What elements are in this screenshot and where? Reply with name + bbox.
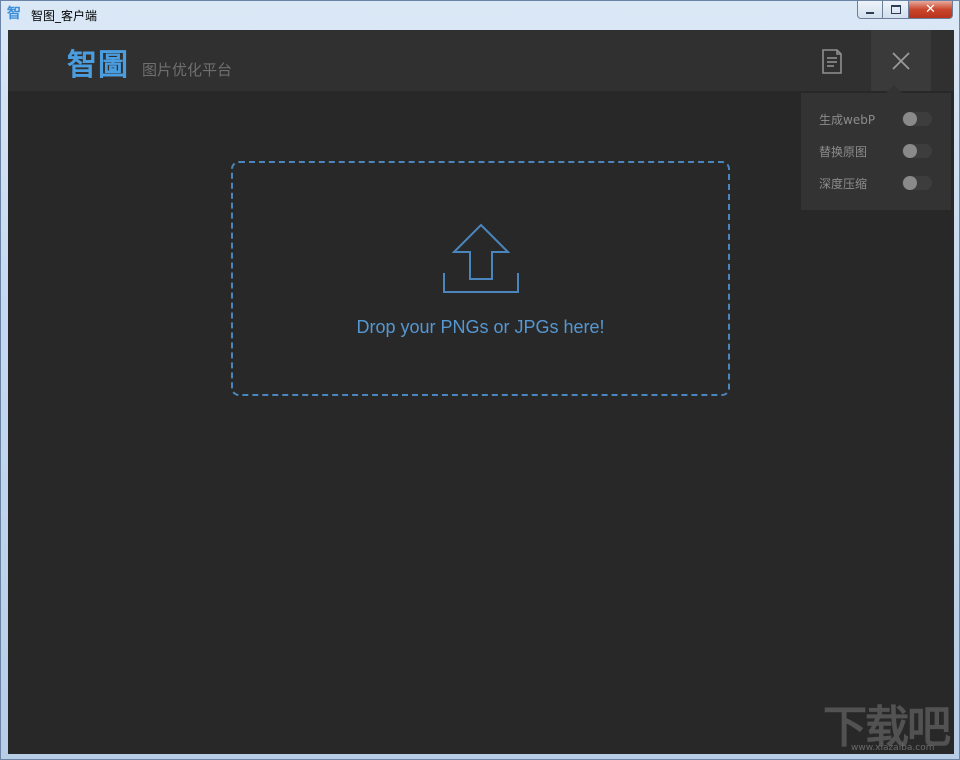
- close-icon: [892, 51, 910, 70]
- caption-buttons: ✕: [857, 1, 953, 21]
- toggle-replace[interactable]: [902, 144, 932, 158]
- setting-row-deep: 深度压缩: [819, 173, 939, 193]
- minimize-button[interactable]: [857, 1, 883, 19]
- setting-label-replace: 替换原图: [819, 145, 868, 159]
- watermark: 下载吧 www.xiazaiba.com: [823, 691, 953, 754]
- settings-caret: [886, 85, 902, 93]
- toggle-knob: [903, 112, 917, 126]
- document-button[interactable]: [814, 44, 850, 80]
- setting-label-webp: 生成webP: [819, 113, 876, 127]
- setting-label-deep: 深度压缩: [819, 177, 868, 191]
- client-area: 智圖 图片优化平台 生成webP 替换原图 深度压缩 Drop your PNG…: [8, 30, 954, 754]
- app-header: 智圖 图片优化平台: [8, 30, 954, 91]
- settings-panel: 生成webP 替换原图 深度压缩: [801, 85, 951, 210]
- logo-subtitle: 图片优化平台: [142, 61, 233, 79]
- toggle-deep[interactable]: [902, 176, 932, 190]
- maximize-button[interactable]: [883, 1, 909, 19]
- upload-arrow-icon: [443, 223, 519, 293]
- setting-row-webp: 生成webP: [819, 109, 939, 129]
- settings-close-button[interactable]: [871, 30, 931, 91]
- logo: 智圖: [67, 48, 129, 83]
- toggle-knob: [903, 144, 917, 158]
- window-title: 智图_客户端: [31, 9, 98, 23]
- minimize-icon: [866, 11, 874, 14]
- toggle-webp[interactable]: [902, 112, 932, 126]
- window-close-button[interactable]: ✕: [909, 1, 953, 19]
- drop-zone-text: Drop your PNGs or JPGs here!: [356, 317, 605, 337]
- window-titlebar[interactable]: 智 智图_客户端 ✕: [1, 1, 959, 29]
- app-icon: 智: [7, 6, 21, 22]
- window-close-icon: ✕: [925, 2, 936, 17]
- drop-zone[interactable]: Drop your PNGs or JPGs here!: [231, 161, 730, 396]
- toggle-knob: [903, 176, 917, 190]
- document-icon: [822, 49, 842, 74]
- maximize-icon: [890, 5, 901, 14]
- setting-row-replace: 替换原图: [819, 141, 939, 161]
- watermark-url: www.xiazaiba.com: [851, 743, 935, 753]
- app-window: 智 智图_客户端 ✕ 智圖 图片优化平台 生成webP 替换原图 深度压缩 Dr…: [0, 0, 960, 760]
